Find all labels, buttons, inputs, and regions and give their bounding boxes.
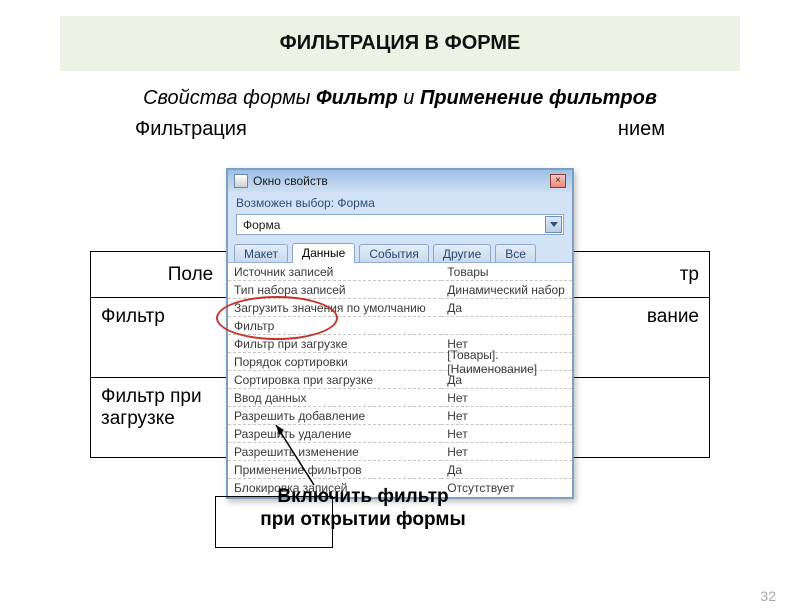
properties-window: Окно свойств × Возможен выбор: Форма Фор…: [226, 168, 574, 499]
property-row[interactable]: Тип набора записейДинамический набор: [228, 281, 572, 299]
property-name: Порядок сортировки: [228, 353, 441, 371]
property-name: Сортировка при загрузке: [228, 371, 441, 389]
tab-data[interactable]: Данные: [292, 243, 355, 263]
property-value[interactable]: Да: [441, 299, 572, 317]
tab-events[interactable]: События: [359, 244, 429, 262]
slide-title: ФИЛЬТРАЦИЯ В ФОРМЕ: [60, 16, 740, 71]
property-row[interactable]: Применение фильтровДа: [228, 461, 572, 479]
line2-pre: Фильтрация: [135, 118, 247, 140]
window-title: Окно свойств: [253, 174, 328, 188]
property-value[interactable]: Динамический набор: [441, 281, 572, 299]
combo-value: Форма: [243, 218, 280, 232]
property-row[interactable]: Сортировка при загрузкеДа: [228, 371, 572, 389]
property-value[interactable]: Нет: [441, 425, 572, 443]
property-value[interactable]: Да: [441, 461, 572, 479]
line2-post: нием: [618, 118, 665, 140]
object-selector-combo[interactable]: Форма: [236, 214, 564, 235]
subtitle-mid: и: [398, 87, 420, 109]
chevron-down-icon: [550, 222, 558, 227]
subtitle-bold1: Фильтр: [316, 87, 398, 109]
property-value[interactable]: [441, 317, 572, 335]
property-name: Источник записей: [228, 263, 441, 281]
close-button[interactable]: ×: [550, 174, 566, 188]
property-row[interactable]: Фильтр: [228, 317, 572, 335]
property-value[interactable]: Товары: [441, 263, 572, 281]
window-icon: [234, 174, 248, 188]
property-row[interactable]: Источник записейТовары: [228, 263, 572, 281]
property-grid: Источник записейТоварыТип набора записей…: [228, 263, 572, 497]
property-value[interactable]: Да: [441, 371, 572, 389]
property-value[interactable]: Нет: [441, 407, 572, 425]
subtitle-pre: Свойства формы: [143, 87, 316, 109]
property-name: Ввод данных: [228, 389, 441, 407]
property-value[interactable]: Нет: [441, 389, 572, 407]
property-row[interactable]: Порядок сортировки[Товары].[Наименование…: [228, 353, 572, 371]
callout-text: Включить фильтр при открытии формы: [258, 486, 468, 532]
property-value[interactable]: Нет: [441, 443, 572, 461]
property-name: Фильтр: [228, 317, 441, 335]
property-row[interactable]: Ввод данныхНет: [228, 389, 572, 407]
property-name: Разрешить изменение: [228, 443, 441, 461]
tab-all[interactable]: Все: [495, 244, 536, 262]
subtitle-line2: Фильтрация нием: [0, 118, 800, 141]
page-number: 32: [760, 588, 776, 604]
combo-dropdown-button[interactable]: [545, 216, 562, 233]
property-name: Разрешить добавление: [228, 407, 441, 425]
property-name: Тип набора записей: [228, 281, 441, 299]
tab-layout[interactable]: Макет: [234, 244, 288, 262]
property-name: Фильтр при загрузке: [228, 335, 441, 353]
tabs-bar: Макет Данные События Другие Все: [228, 241, 572, 263]
subtitle-bold2: Применение фильтров: [420, 87, 657, 109]
property-row[interactable]: Разрешить добавлениеНет: [228, 407, 572, 425]
tab-other[interactable]: Другие: [433, 244, 491, 262]
selector-hint: Возможен выбор: Форма: [228, 192, 572, 212]
property-row[interactable]: Разрешить изменениеНет: [228, 443, 572, 461]
property-row[interactable]: Загрузить значения по умолчаниюДа: [228, 299, 572, 317]
property-row[interactable]: Разрешить удалениеНет: [228, 425, 572, 443]
window-titlebar[interactable]: Окно свойств ×: [228, 170, 572, 192]
property-name: Загрузить значения по умолчанию: [228, 299, 441, 317]
subtitle-line: Свойства формы Фильтр и Применение фильт…: [0, 85, 800, 112]
property-name: Применение фильтров: [228, 461, 441, 479]
property-value[interactable]: [Товары].[Наименование]: [441, 353, 572, 371]
property-name: Разрешить удаление: [228, 425, 441, 443]
